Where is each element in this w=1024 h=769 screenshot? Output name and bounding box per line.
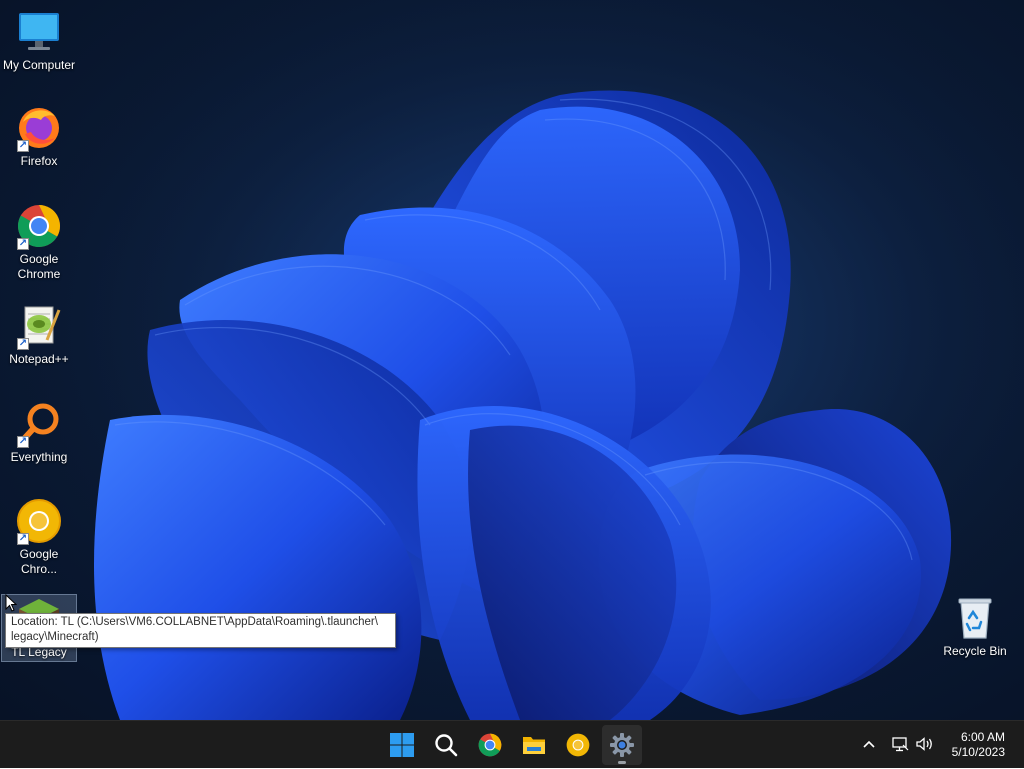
- windows-logo-icon: [390, 733, 414, 757]
- desktop-icon-google-chrome-canary[interactable]: ↗ Google Chro...: [1, 497, 77, 577]
- desktop-icon-label: Firefox: [20, 154, 58, 168]
- chrome-canary-icon: [566, 733, 590, 757]
- mouse-pointer-icon: [5, 594, 17, 612]
- shortcut-arrow-icon: ↗: [17, 238, 29, 250]
- everything-search-icon: ↗: [15, 400, 63, 448]
- recycle-bin-icon: [951, 594, 999, 642]
- show-hidden-icons-button[interactable]: [858, 733, 880, 755]
- desktop-icon-google-chrome[interactable]: ↗ Google Chrome: [1, 202, 77, 282]
- clock-time: 6:00 AM: [960, 730, 1005, 744]
- volume-button[interactable]: [914, 733, 936, 755]
- network-icon: [892, 737, 909, 752]
- desktop-icon-label: Recycle Bin: [943, 644, 1007, 658]
- search-icon: [435, 734, 458, 757]
- shortcut-arrow-icon: ↗: [17, 140, 29, 152]
- desktop-icon-recycle-bin[interactable]: Recycle Bin: [937, 594, 1013, 659]
- chrome-icon: ↗: [15, 202, 63, 250]
- desktop[interactable]: My Computer ↗ Firefox ↗ Google Chrome ↗ …: [0, 0, 1024, 720]
- shortcut-arrow-icon: ↗: [17, 533, 29, 545]
- monitor-icon: [15, 8, 63, 56]
- chrome-canary-taskbar-button[interactable]: [558, 725, 598, 765]
- chevron-up-icon: [863, 740, 875, 748]
- taskbar: 6:00 AM 5/10/2023: [0, 720, 1024, 768]
- chrome-taskbar-button[interactable]: [470, 725, 510, 765]
- desktop-icon-label: Google Chro...: [19, 547, 59, 576]
- desktop-icon-my-computer[interactable]: My Computer: [1, 8, 77, 73]
- desktop-icon-label: Everything: [10, 450, 68, 464]
- volume-icon: [916, 737, 932, 751]
- chrome-canary-icon: ↗: [15, 497, 63, 545]
- desktop-icon-notepad-plus-plus[interactable]: ↗ Notepad++: [1, 302, 77, 367]
- shortcut-arrow-icon: ↗: [17, 338, 29, 350]
- desktop-icon-label: Notepad++: [9, 352, 69, 366]
- start-button[interactable]: [382, 725, 422, 765]
- location-tooltip: Location: TL (C:\Users\VM6.COLLABNET\App…: [5, 613, 396, 648]
- desktop-icon-everything[interactable]: ↗ Everything: [1, 400, 77, 465]
- gear-icon: [610, 733, 634, 757]
- file-explorer-button[interactable]: [514, 725, 554, 765]
- desktop-icon-firefox[interactable]: ↗ Firefox: [1, 104, 77, 169]
- notepadpp-icon: ↗: [15, 302, 63, 350]
- desktop-icon-label: My Computer: [2, 58, 76, 72]
- wallpaper-bloom: [0, 0, 1024, 720]
- chrome-icon: [478, 733, 502, 757]
- clock-date: 5/10/2023: [951, 745, 1005, 759]
- running-indicator: [618, 761, 626, 764]
- search-button[interactable]: [426, 725, 466, 765]
- show-desktop-button[interactable]: [1018, 721, 1024, 769]
- network-status-button[interactable]: [889, 733, 911, 755]
- desktop-icon-label: Google Chrome: [17, 252, 61, 281]
- shortcut-arrow-icon: ↗: [17, 436, 29, 448]
- settings-button[interactable]: [602, 725, 642, 765]
- firefox-icon: ↗: [15, 104, 63, 152]
- clock[interactable]: 6:00 AM 5/10/2023: [952, 730, 1005, 760]
- folder-icon: [523, 737, 545, 754]
